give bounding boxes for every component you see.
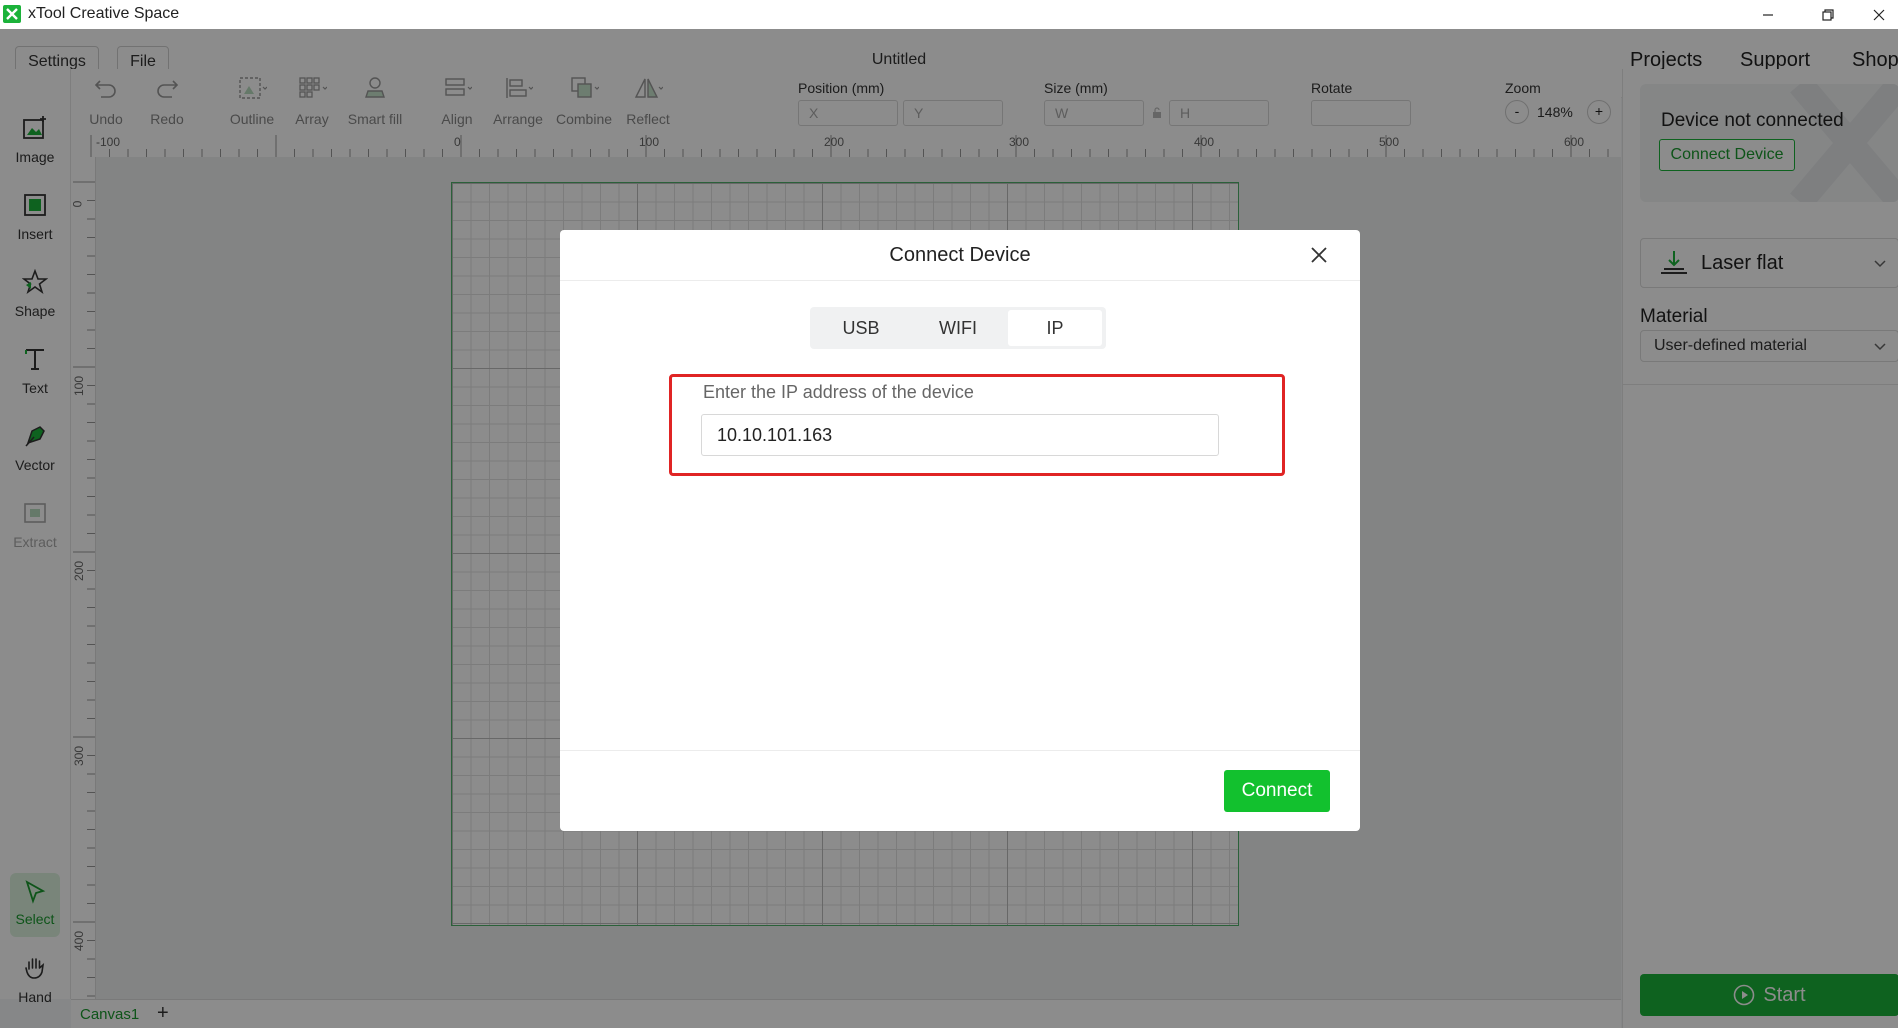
connect-button[interactable]: Connect: [1224, 770, 1330, 812]
window-title-bar: xTool Creative Space: [0, 0, 1898, 30]
close-dialog-icon[interactable]: [1308, 244, 1330, 266]
ip-address-label: Enter the IP address of the device: [703, 382, 974, 402]
restore-icon: [1822, 8, 1834, 21]
minimize-button[interactable]: [1745, 0, 1791, 29]
dialog-title: Connect Device: [889, 244, 1031, 266]
connection-type-tabs: USB WIFI IP: [810, 307, 1106, 349]
dialog-header: Connect Device: [560, 230, 1360, 281]
ip-address-input[interactable]: [701, 414, 1219, 456]
close-icon: [1873, 9, 1885, 20]
window-title: xTool Creative Space: [28, 5, 180, 22]
connect-device-dialog: Connect Device USB WIFI IP Enter the IP …: [560, 230, 1360, 831]
tab-usb[interactable]: USB: [814, 310, 908, 346]
minimize-icon: [1763, 13, 1773, 16]
tab-ip[interactable]: IP: [1008, 310, 1102, 346]
app-logo-icon: [3, 5, 21, 23]
tab-wifi[interactable]: WIFI: [911, 310, 1005, 346]
close-window-button[interactable]: [1856, 0, 1898, 29]
restore-button[interactable]: [1805, 0, 1851, 29]
